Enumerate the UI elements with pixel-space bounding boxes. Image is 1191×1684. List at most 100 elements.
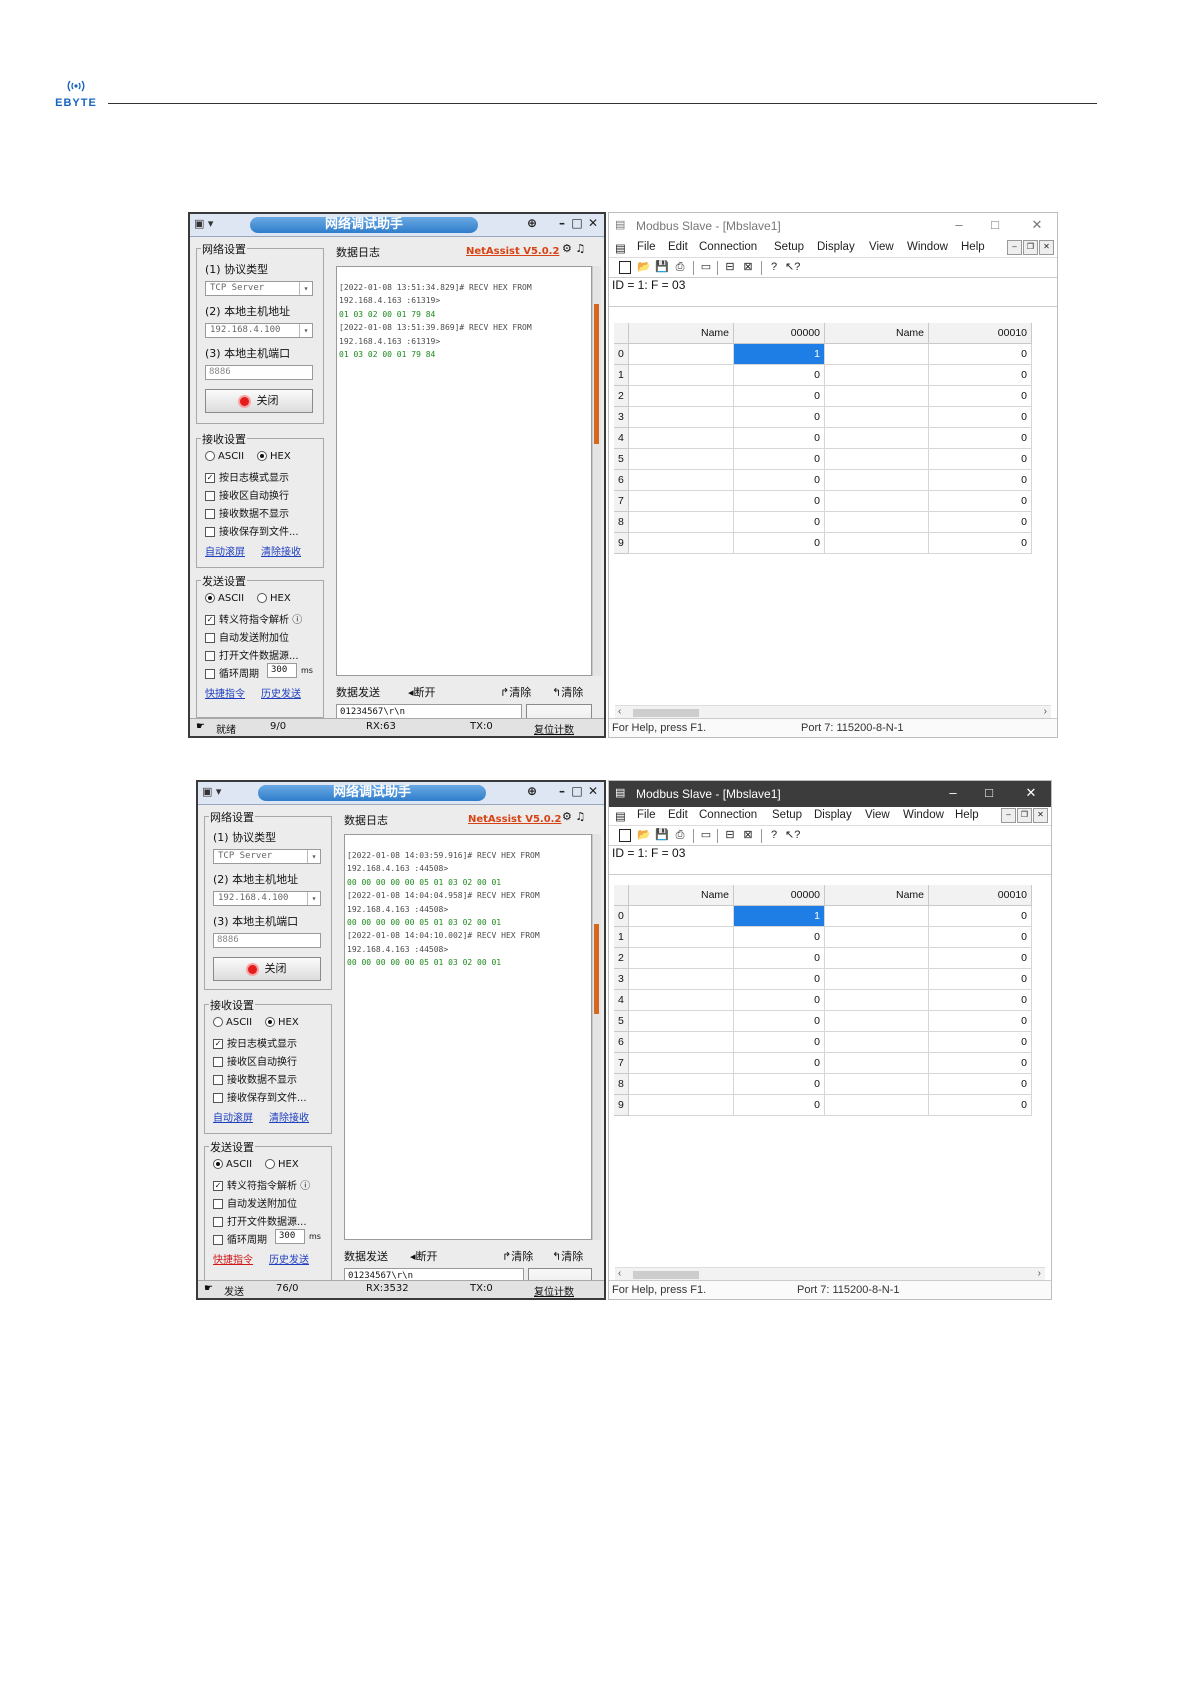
- menu-display[interactable]: Display: [817, 241, 855, 253]
- register-name-cell[interactable]: [825, 990, 929, 1011]
- menu-connection[interactable]: Connection: [699, 809, 757, 821]
- scroll-left-icon[interactable]: ‹: [618, 706, 621, 717]
- scroll-right-icon[interactable]: ›: [1038, 1268, 1041, 1279]
- send-tab[interactable]: 数据发送: [336, 684, 380, 700]
- clear-all-button[interactable]: ↰清除: [552, 684, 583, 700]
- close-button[interactable]: ✕: [586, 216, 600, 230]
- recv-log-mode-checkbox[interactable]: ✓ 按日志模式显示: [213, 1035, 297, 1050]
- menu-file[interactable]: File: [637, 241, 656, 253]
- history-link[interactable]: 历史发送: [269, 1251, 309, 1266]
- mdi-minimize-icon[interactable]: –: [1001, 808, 1016, 823]
- register-value-cell[interactable]: 0: [734, 990, 825, 1011]
- log-tab[interactable]: 数据日志: [336, 244, 380, 260]
- disconnect-icon[interactable]: ⊠: [741, 828, 755, 842]
- connect-icon[interactable]: ⊟: [723, 260, 737, 274]
- recv-hide-checkbox[interactable]: 接收数据不显示: [213, 1071, 297, 1086]
- pin-icon[interactable]: ⊕: [525, 216, 539, 230]
- menu-connection[interactable]: Connection: [699, 241, 757, 253]
- register-value-cell[interactable]: 0: [929, 407, 1032, 428]
- recv-ascii-radio[interactable]: ASCII: [213, 1017, 252, 1028]
- minimize-button[interactable]: –: [951, 217, 967, 232]
- save-icon[interactable]: 💾: [655, 260, 669, 274]
- window-icon[interactable]: ▭: [699, 828, 713, 842]
- menu-help[interactable]: Help: [955, 809, 979, 821]
- menu-file[interactable]: File: [637, 809, 656, 821]
- doc-icon[interactable]: ▤: [615, 809, 626, 823]
- register-value-cell[interactable]: 0: [734, 1032, 825, 1053]
- register-name-cell[interactable]: [629, 512, 734, 533]
- register-value-cell[interactable]: 0: [734, 365, 825, 386]
- register-name-cell[interactable]: [825, 969, 929, 990]
- maximize-button[interactable]: □: [570, 216, 584, 230]
- close-connection-button[interactable]: 关闭: [213, 957, 321, 981]
- minimize-button[interactable]: –: [555, 216, 569, 230]
- send-hex-radio[interactable]: HEX: [257, 593, 291, 604]
- register-name-cell[interactable]: [629, 948, 734, 969]
- register-name-cell[interactable]: [825, 1074, 929, 1095]
- register-value-cell[interactable]: 1: [734, 906, 825, 927]
- print-icon[interactable]: ⎙: [673, 260, 687, 274]
- disconnect-icon[interactable]: ⊠: [741, 260, 755, 274]
- new-icon[interactable]: [619, 829, 631, 842]
- register-value-cell[interactable]: 0: [929, 386, 1032, 407]
- port-input[interactable]: 8886: [205, 365, 313, 380]
- register-value-cell[interactable]: 0: [734, 927, 825, 948]
- context-help-icon[interactable]: ↖?: [785, 260, 800, 274]
- register-value-cell[interactable]: 0: [929, 948, 1032, 969]
- maximize-button[interactable]: □: [987, 217, 1003, 232]
- menu-edit[interactable]: Edit: [668, 809, 688, 821]
- clear-all-button[interactable]: ↰清除: [552, 1248, 583, 1264]
- register-name-cell[interactable]: [825, 1011, 929, 1032]
- register-name-cell[interactable]: [825, 512, 929, 533]
- minimize-button[interactable]: –: [555, 784, 569, 798]
- register-name-cell[interactable]: [825, 428, 929, 449]
- autoscroll-link[interactable]: 自动滚屏: [205, 543, 245, 558]
- register-name-cell[interactable]: [629, 1053, 734, 1074]
- menu-setup[interactable]: Setup: [774, 241, 804, 253]
- register-value-cell[interactable]: 0: [929, 1032, 1032, 1053]
- close-connection-button[interactable]: 关闭: [205, 389, 313, 413]
- doc-icon[interactable]: ▤: [615, 241, 626, 255]
- connect-icon[interactable]: ⊟: [723, 828, 737, 842]
- menu-window[interactable]: Window: [903, 809, 944, 821]
- register-name-cell[interactable]: [629, 927, 734, 948]
- register-name-cell[interactable]: [629, 1074, 734, 1095]
- register-name-cell[interactable]: [825, 407, 929, 428]
- log-scrollbar[interactable]: [592, 266, 601, 676]
- window-icon[interactable]: ▭: [699, 260, 713, 274]
- register-name-cell[interactable]: [629, 449, 734, 470]
- print-icon[interactable]: ⎙: [673, 828, 687, 842]
- register-name-cell[interactable]: [825, 449, 929, 470]
- register-value-cell[interactable]: 0: [929, 428, 1032, 449]
- register-name-cell[interactable]: [825, 1095, 929, 1116]
- auto-append-checkbox[interactable]: 自动发送附加位: [205, 629, 289, 644]
- menu-setup[interactable]: Setup: [772, 809, 802, 821]
- register-name-cell[interactable]: [825, 1053, 929, 1074]
- register-value-cell[interactable]: 0: [734, 948, 825, 969]
- register-value-cell[interactable]: 0: [929, 1011, 1032, 1032]
- register-value-cell[interactable]: 0: [929, 449, 1032, 470]
- register-value-cell[interactable]: 0: [929, 990, 1032, 1011]
- mdi-close-icon[interactable]: ✕: [1039, 240, 1054, 255]
- help-icon[interactable]: ?: [767, 828, 781, 842]
- open-icon[interactable]: 📂: [637, 828, 651, 842]
- system-menu-icon[interactable]: ▣ ▾: [194, 217, 220, 232]
- register-name-cell[interactable]: [629, 491, 734, 512]
- recv-save-checkbox[interactable]: 接收保存到文件...: [213, 1089, 307, 1104]
- register-name-cell[interactable]: [825, 365, 929, 386]
- register-value-cell[interactable]: 0: [734, 533, 825, 554]
- protocol-select[interactable]: TCP Server ▾: [213, 849, 321, 864]
- settings-icon[interactable]: ⚙ ♫: [562, 242, 585, 255]
- register-name-cell[interactable]: [629, 407, 734, 428]
- receive-log[interactable]: [2022-01-08 14:03:59.916]# RECV HEX FROM…: [344, 834, 592, 1240]
- register-value-cell[interactable]: 0: [734, 428, 825, 449]
- register-name-cell[interactable]: [629, 533, 734, 554]
- register-value-cell[interactable]: 0: [734, 1095, 825, 1116]
- register-name-cell[interactable]: [629, 470, 734, 491]
- register-value-cell[interactable]: 0: [929, 491, 1032, 512]
- recv-wrap-checkbox[interactable]: 接收区自动换行: [213, 1053, 297, 1068]
- menu-edit[interactable]: Edit: [668, 241, 688, 253]
- escape-parse-checkbox[interactable]: ✓ 转义符指令解析 ⓘ: [213, 1177, 310, 1192]
- autoscroll-link[interactable]: 自动滚屏: [213, 1109, 253, 1124]
- minimize-button[interactable]: –: [945, 785, 961, 800]
